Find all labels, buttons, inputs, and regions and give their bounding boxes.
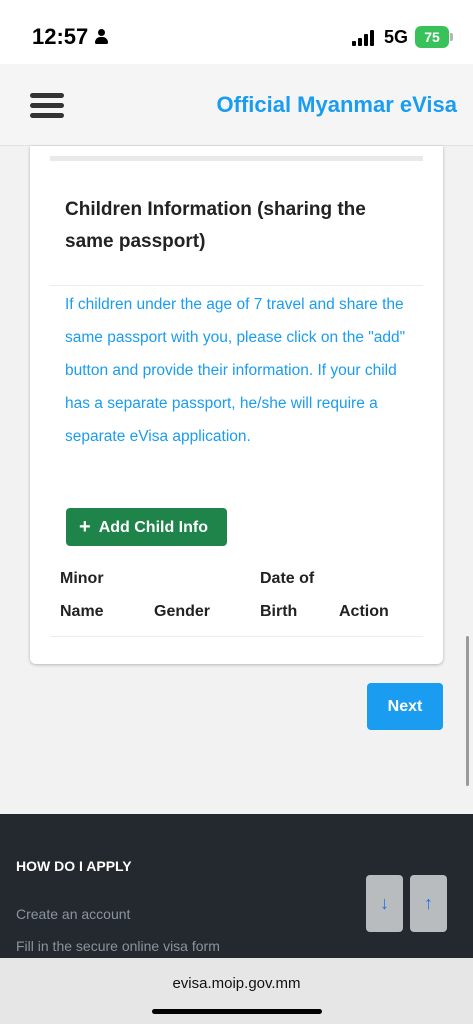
divider	[50, 285, 423, 286]
next-button[interactable]: Next	[367, 683, 443, 730]
scroll-up-button[interactable]: ↑	[410, 875, 447, 932]
column-header-action: Action	[339, 603, 389, 620]
network-type: 5G	[384, 27, 409, 47]
home-indicator[interactable]	[152, 1009, 322, 1014]
browser-url-bar[interactable]: evisa.moip.gov.mm	[0, 958, 473, 1024]
battery-level: 75	[424, 29, 440, 45]
page-scrollbar[interactable]	[466, 636, 469, 786]
battery-icon: 75	[415, 26, 449, 48]
footer-heading: HOW DO I APPLY	[16, 858, 132, 874]
battery-tip	[450, 33, 453, 41]
footer-link-create-account[interactable]: Create an account	[16, 906, 130, 922]
arrow-down-icon: ↓	[380, 893, 389, 913]
section-title: Children Information (sharing the same p…	[65, 199, 366, 252]
arrow-up-icon: ↑	[424, 893, 433, 913]
url-text[interactable]: evisa.moip.gov.mm	[0, 975, 473, 992]
children-info-text: If children under the age of 7 travel an…	[65, 296, 406, 445]
person-icon	[94, 29, 108, 45]
card-top-divider	[50, 156, 423, 161]
children-info-card: Children Information (sharing the same p…	[30, 146, 443, 664]
column-header-date-of-birth: Date of Birth	[260, 570, 315, 620]
status-time: 12:57	[32, 24, 89, 49]
add-child-info-button[interactable]: + Add Child Info	[66, 508, 227, 546]
column-header-gender: Gender	[154, 603, 211, 620]
column-header-minor-name: Minor Name	[60, 570, 104, 620]
footer-link-fill-form[interactable]: Fill in the secure online visa form	[16, 938, 220, 954]
add-child-info-label: Add Child Info	[98, 518, 208, 536]
app-header: Official Myanmar eVisa	[0, 64, 473, 146]
status-bar: 12:57 5G 75	[0, 0, 473, 64]
table-divider	[50, 636, 423, 637]
scroll-down-button[interactable]: ↓	[366, 875, 403, 932]
hamburger-menu-icon[interactable]	[30, 93, 64, 119]
plus-icon: +	[79, 515, 91, 538]
cellular-signal-icon	[352, 30, 376, 46]
site-title[interactable]: Official Myanmar eVisa	[217, 92, 458, 118]
